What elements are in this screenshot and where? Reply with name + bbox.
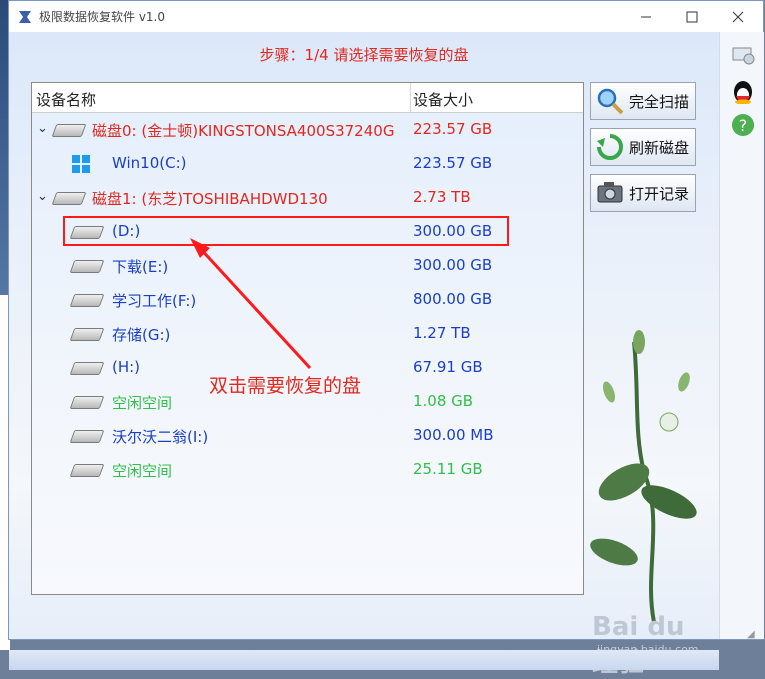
status-bar: [9, 650, 719, 670]
annotation-arrow-icon: [190, 238, 312, 370]
annotation-text: 双击需要恢复的盘: [209, 375, 362, 397]
